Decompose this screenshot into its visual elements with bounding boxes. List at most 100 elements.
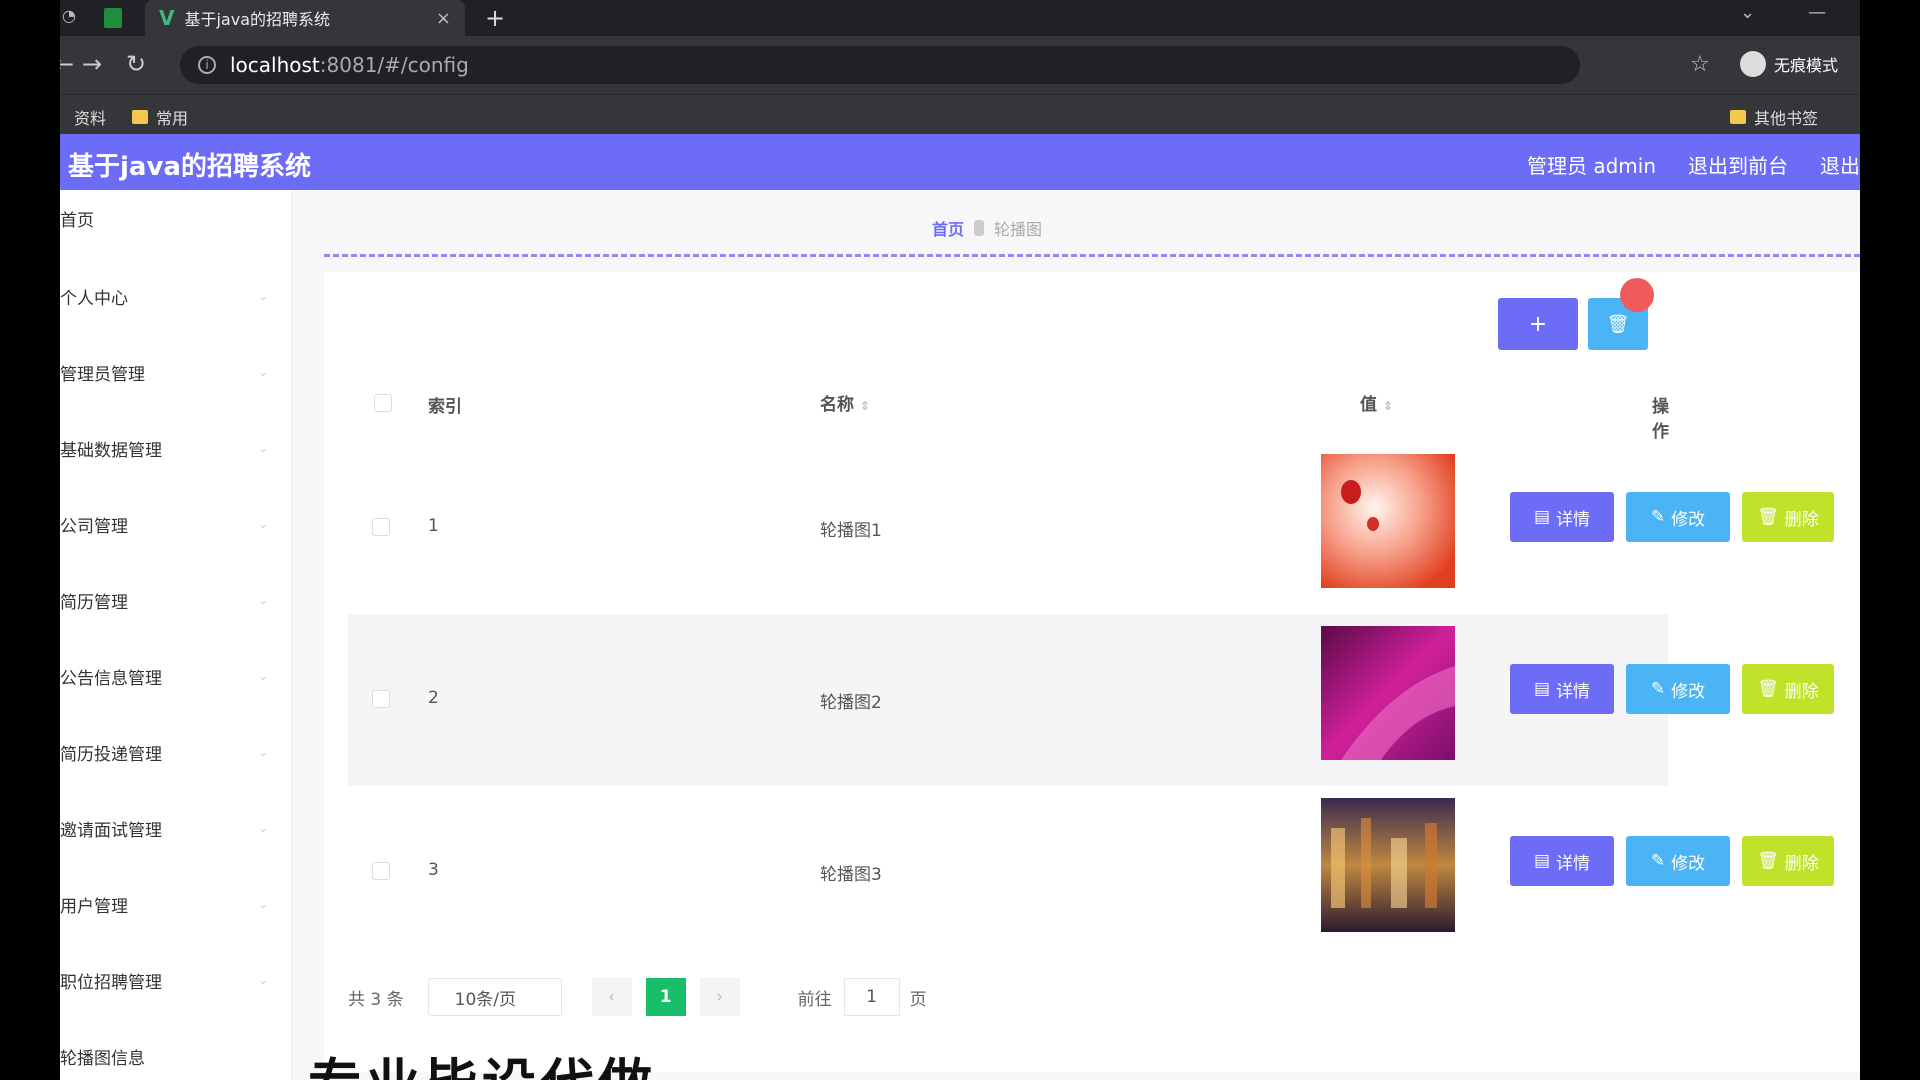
app-header: 基于java的招聘系统 管理员 admin 退出到前台 退出 bbox=[60, 134, 1860, 190]
pencil-icon: ✎ bbox=[1650, 851, 1666, 871]
sidebar: 首页 个人中心 ⌄ 管理员管理 ⌄ 基础数据管理 ⌄ 公司管理 ⌄ 简历管理 ⌄ 公告信息… bbox=[60, 190, 292, 1080]
bookmark-changyong[interactable]: 常用 bbox=[132, 105, 188, 129]
table-card: + 🗑 索引 名称 ⇕ 值 ⇕ 操作 1 轮播图1 ▤ 详情 ✎ 修改 🗑 删除… bbox=[324, 272, 1860, 1072]
bookmarks-bar: 资料 常用 其他书签 bbox=[60, 94, 1860, 134]
page-size-value: 10条/页 bbox=[454, 989, 516, 1010]
folder-icon bbox=[132, 110, 148, 124]
th-ops: 操作 bbox=[1652, 397, 1669, 442]
sidebar-item-label: 邀请面试管理 bbox=[60, 820, 162, 841]
vue-logo-icon: V bbox=[159, 6, 175, 30]
row-checkbox[interactable] bbox=[372, 518, 390, 536]
history-icon[interactable]: ◔ bbox=[62, 6, 76, 25]
sidebar-item-label: 基础数据管理 bbox=[60, 440, 162, 461]
next-page-button[interactable]: › bbox=[699, 978, 740, 1016]
sidebar-item-interview[interactable]: 邀请面试管理 ⌄ bbox=[60, 808, 292, 848]
minimize-icon[interactable]: — bbox=[1808, 2, 1826, 23]
th-name[interactable]: 名称 ⇕ bbox=[820, 390, 870, 415]
sidebar-item-resume[interactable]: 简历管理 ⌄ bbox=[60, 580, 292, 620]
tab-search-icon[interactable]: ⌄ bbox=[1740, 2, 1755, 23]
add-button[interactable]: + bbox=[1498, 298, 1578, 350]
url-path: :8081/#/config bbox=[319, 53, 469, 77]
sidebar-item-profile[interactable]: 个人中心 ⌄ bbox=[60, 276, 292, 316]
table-row: 3 轮播图3 ▤ 详情 ✎ 修改 🗑 删除 bbox=[348, 786, 1834, 958]
select-all-checkbox[interactable] bbox=[374, 394, 392, 412]
sidebar-item-notice[interactable]: 公告信息管理 ⌄ bbox=[60, 656, 292, 696]
reload-icon[interactable]: ↻ bbox=[126, 50, 146, 78]
th-value[interactable]: 值 ⇕ bbox=[1360, 390, 1393, 415]
sort-icon[interactable]: ⇕ bbox=[1383, 399, 1393, 413]
delete-button[interactable]: 🗑 删除 bbox=[1742, 836, 1834, 886]
carousel-image-1[interactable] bbox=[1321, 454, 1455, 588]
detail-button[interactable]: ▤ 详情 bbox=[1510, 664, 1614, 714]
sidebar-item-company[interactable]: 公司管理 ⌄ bbox=[60, 504, 292, 544]
sidebar-item-users[interactable]: 用户管理 ⌄ bbox=[60, 884, 292, 924]
sidebar-item-label: 用户管理 bbox=[60, 896, 128, 917]
detail-label: 详情 bbox=[1556, 681, 1591, 702]
cursor-indicator bbox=[1620, 278, 1654, 312]
sidebar-item-label: 轮播图信息 bbox=[60, 1048, 145, 1069]
current-user: 管理员 admin bbox=[1526, 154, 1656, 178]
browser-tab-active[interactable]: V 基于java的招聘系统 × bbox=[145, 0, 465, 36]
detail-button[interactable]: ▤ 详情 bbox=[1510, 492, 1614, 542]
delete-label: 删除 bbox=[1784, 681, 1819, 702]
th-index: 索引 bbox=[428, 397, 462, 417]
chevron-down-icon: ⌄ bbox=[257, 593, 268, 607]
logout-link[interactable]: 退出 bbox=[1820, 150, 1860, 179]
page-number-current[interactable]: 1 bbox=[645, 978, 686, 1016]
sidebar-item-basic-data[interactable]: 基础数据管理 ⌄ bbox=[60, 428, 292, 468]
new-tab-button[interactable]: + bbox=[485, 4, 505, 32]
sidebar-item-jobs[interactable]: 职位招聘管理 ⌄ bbox=[60, 960, 292, 1000]
browser-tabbar: ◔ V 基于java的招聘系统 × + ⌄ — bbox=[60, 0, 1860, 36]
chevron-down-icon: ⌄ bbox=[257, 745, 268, 759]
sidebar-item-label: 公司管理 bbox=[60, 516, 128, 537]
row-checkbox[interactable] bbox=[372, 862, 390, 880]
site-info-icon[interactable]: i bbox=[198, 56, 216, 74]
url-host: localhost bbox=[230, 53, 320, 77]
incognito-indicator[interactable]: 无痕模式 bbox=[1740, 51, 1838, 77]
bookmark-ziliao[interactable]: 资料 bbox=[74, 105, 106, 129]
edit-button[interactable]: ✎ 修改 bbox=[1626, 836, 1730, 886]
sidebar-item-carousel[interactable]: 轮播图信息 bbox=[60, 1036, 292, 1076]
address-bar[interactable]: i localhost :8081/#/config bbox=[180, 46, 1580, 84]
edit-button[interactable]: ✎ 修改 bbox=[1626, 492, 1730, 542]
breadcrumb-current: 轮播图 bbox=[994, 220, 1043, 239]
trash-icon: 🗑 bbox=[1757, 679, 1779, 699]
goto-label: 前往 bbox=[797, 989, 832, 1010]
cell-name: 轮播图2 bbox=[820, 693, 882, 713]
pagination: 共 3 条 10条/页 ‹ 1 › 前往 1 页 bbox=[348, 977, 927, 1017]
sidebar-item-resume-delivery[interactable]: 简历投递管理 ⌄ bbox=[60, 732, 292, 772]
sidebar-item-label: 个人中心 bbox=[60, 288, 128, 309]
folder-icon bbox=[1730, 110, 1746, 124]
trash-icon: 🗑 bbox=[1757, 851, 1779, 871]
sidebar-item-label: 首页 bbox=[60, 210, 94, 231]
carousel-image-3[interactable] bbox=[1321, 798, 1455, 932]
sidebar-item-label: 简历管理 bbox=[60, 592, 128, 613]
delete-button[interactable]: 🗑 删除 bbox=[1742, 664, 1834, 714]
screen: ◔ V 基于java的招聘系统 × + ⌄ — ← → ↻ i localhos… bbox=[60, 0, 1860, 1080]
breadcrumb: 首页 轮播图 bbox=[932, 216, 1042, 240]
prev-page-button[interactable]: ‹ bbox=[591, 978, 632, 1016]
goto-page-input[interactable]: 1 bbox=[843, 978, 900, 1016]
to-front-link[interactable]: 退出到前台 bbox=[1688, 150, 1788, 179]
detail-button[interactable]: ▤ 详情 bbox=[1510, 836, 1614, 886]
cell-name: 轮播图1 bbox=[820, 521, 882, 541]
carousel-image-2[interactable] bbox=[1321, 626, 1455, 760]
edit-label: 修改 bbox=[1671, 853, 1706, 874]
chevron-down-icon: ⌄ bbox=[257, 441, 268, 455]
bookmark-star-icon[interactable]: ☆ bbox=[1690, 52, 1710, 77]
row-checkbox[interactable] bbox=[372, 690, 390, 708]
other-bookmarks[interactable]: 其他书签 bbox=[1730, 105, 1818, 129]
page-size-select[interactable]: 10条/页 bbox=[427, 978, 562, 1016]
sort-icon[interactable]: ⇕ bbox=[860, 399, 870, 413]
sidebar-item-admins[interactable]: 管理员管理 ⌄ bbox=[60, 352, 292, 392]
tab-close-icon[interactable]: × bbox=[436, 8, 451, 29]
forward-icon[interactable]: → bbox=[82, 50, 102, 78]
back-icon[interactable]: ← bbox=[60, 50, 74, 78]
edit-button[interactable]: ✎ 修改 bbox=[1626, 664, 1730, 714]
sidebar-item-home[interactable]: 首页 bbox=[60, 198, 292, 238]
sidebar-item-label: 简历投递管理 bbox=[60, 744, 162, 765]
table-header: 索引 名称 ⇕ 值 ⇕ 操作 bbox=[348, 372, 1669, 442]
sheets-tab-icon[interactable] bbox=[104, 8, 122, 28]
breadcrumb-home[interactable]: 首页 bbox=[932, 216, 964, 240]
delete-button[interactable]: 🗑 删除 bbox=[1742, 492, 1834, 542]
